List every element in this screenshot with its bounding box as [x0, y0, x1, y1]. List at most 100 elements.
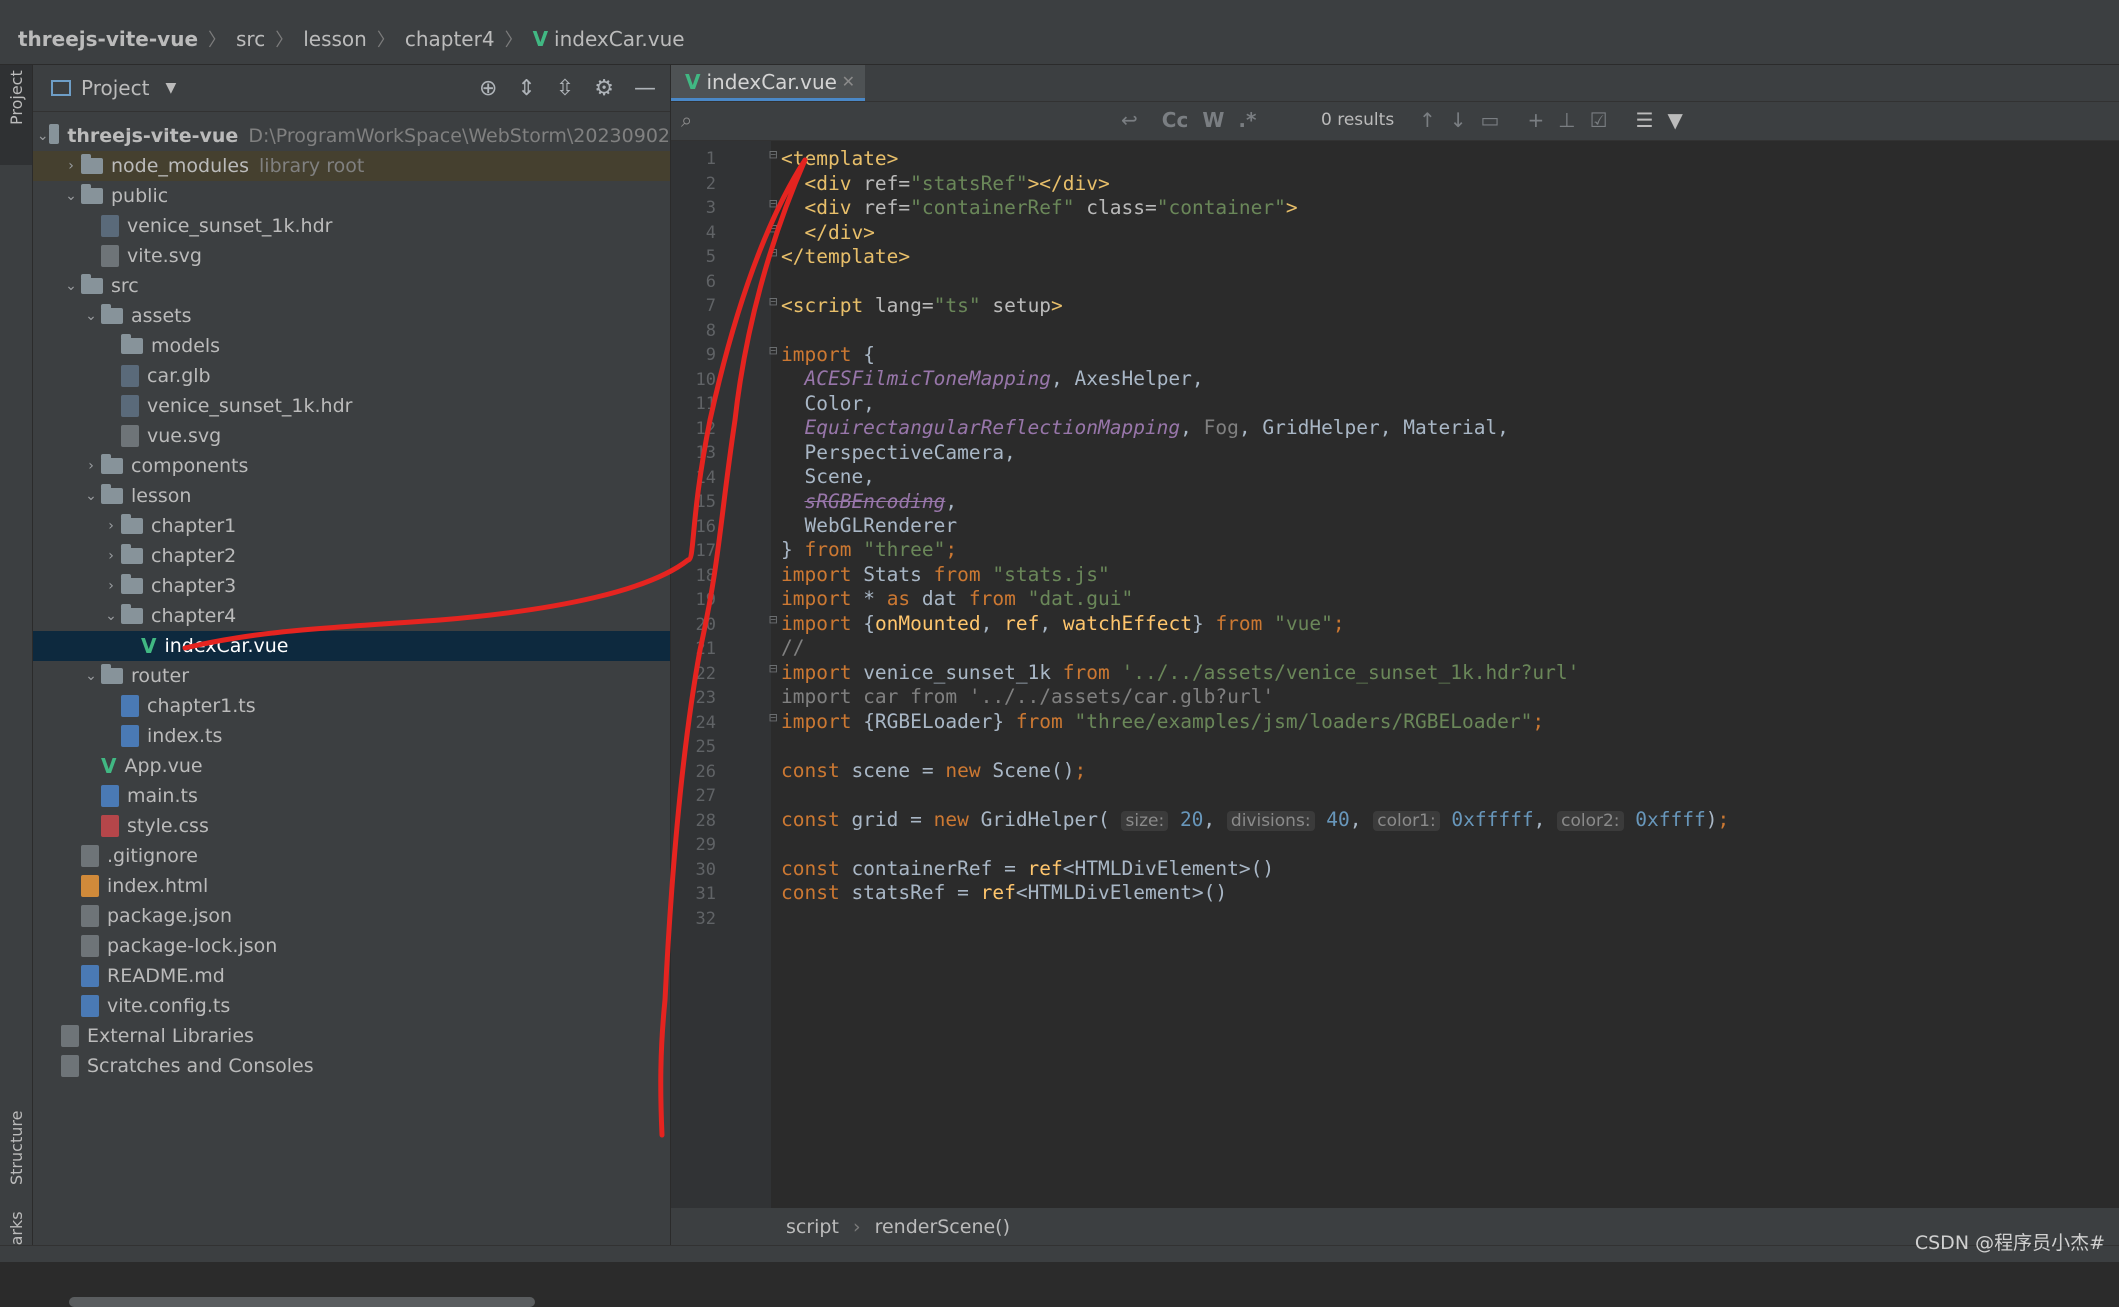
gear-icon[interactable]: ⚙	[594, 76, 614, 101]
regex-toggle[interactable]: .*	[1238, 108, 1256, 132]
library-icon	[61, 1025, 79, 1047]
file-file-icon	[81, 845, 99, 867]
tree-row[interactable]: chapter1.ts	[33, 691, 670, 721]
tree-row[interactable]: ⌄ threejs-vite-vue D:\ProgramWorkSpace\Web…	[33, 121, 670, 151]
add-occurrence-icon[interactable]: +	[1527, 108, 1544, 132]
arrow-up-icon[interactable]: ↑	[1419, 108, 1436, 132]
tree-row[interactable]: package-lock.json	[33, 931, 670, 961]
tree-row[interactable]: vue.svg	[33, 421, 670, 451]
find-bar: ⌕ ↩ Cc W .* 0 results ↑ ↓ ▭ + ⊥ ☑ ☰ ▼	[671, 102, 2119, 141]
tree-row[interactable]: index.html	[33, 871, 670, 901]
line-number: 6	[705, 271, 716, 292]
code-line-20: ⊟ import {onMounted, ref, watchEffect} fr…	[769, 612, 1345, 635]
chevron-down-icon[interactable]: ⌄	[37, 128, 49, 144]
collapse-all-icon[interactable]: ⇳	[556, 76, 574, 101]
hide-icon[interactable]: —	[634, 76, 656, 101]
code-line-2: <div ref="statsRef"></div>	[804, 172, 1110, 195]
select-occurrences-icon[interactable]: ☑	[1590, 108, 1608, 132]
tree-row[interactable]: VindexCar.vue	[33, 631, 670, 661]
chevron-right-icon[interactable]: ›	[101, 518, 121, 534]
tree-row[interactable]: ⌄ lesson	[33, 481, 670, 511]
tree-row-label: vite.svg	[127, 245, 202, 267]
file-file-icon	[81, 905, 99, 927]
tree-row[interactable]: › chapter2	[33, 541, 670, 571]
line-number: 15	[695, 492, 716, 512]
status-crumb-function[interactable]: renderScene()	[875, 1216, 1010, 1238]
tree-row[interactable]: main.ts	[33, 781, 670, 811]
crumb-src[interactable]: src	[226, 27, 275, 51]
hdr-file-icon	[101, 215, 119, 237]
line-number: 12	[695, 418, 716, 439]
editor-tab-indexcar[interactable]: V indexCar.vue ✕	[671, 65, 865, 101]
close-icon[interactable]: ✕	[842, 72, 855, 91]
tab-project[interactable]: Project	[0, 65, 32, 165]
code-editor[interactable]: ⊟ <template> <div ref="statsRef"></div> ⊟…	[769, 141, 2119, 1208]
search-icon[interactable]: ⌕	[681, 108, 692, 132]
project-panel-title: Project	[81, 76, 150, 100]
tree-row[interactable]: .gitignore	[33, 841, 670, 871]
tree-row-label: chapter2	[151, 545, 237, 567]
chevron-right-icon[interactable]: ›	[61, 158, 81, 174]
md-file-icon	[81, 965, 99, 987]
match-case-toggle[interactable]: Cc	[1162, 108, 1189, 132]
chevron-right-icon[interactable]: ›	[81, 458, 101, 474]
whole-words-toggle[interactable]: W	[1202, 108, 1224, 132]
tree-row[interactable]: vite.svg	[33, 241, 670, 271]
crumb-lesson[interactable]: lesson	[293, 27, 377, 51]
tree-row-label: venice_sunset_1k.hdr	[147, 395, 353, 417]
expand-all-icon[interactable]: ⇕	[517, 76, 535, 101]
status-crumb-script[interactable]: script	[786, 1216, 839, 1238]
line-number: 17	[695, 541, 716, 561]
filter-icon[interactable]: ▼	[1668, 108, 1683, 132]
chevron-right-icon: ›	[852, 1215, 861, 1238]
chevron-right-icon[interactable]: ›	[101, 578, 121, 594]
tree-row[interactable]: vite.config.ts	[33, 991, 670, 1021]
project-view-selector[interactable]: Project ▼	[51, 76, 176, 100]
tree-row-label: components	[131, 455, 249, 477]
chevron-down-icon[interactable]: ⌄	[81, 308, 101, 324]
tree-row-extra: library root	[259, 155, 365, 177]
tree-row[interactable]: ⌄ src	[33, 271, 670, 301]
chevron-down-icon[interactable]: ⌄	[61, 278, 81, 294]
tree-row[interactable]: style.css	[33, 811, 670, 841]
tree-row[interactable]: index.ts	[33, 721, 670, 751]
tree-row[interactable]: › node_modules library root	[33, 151, 670, 181]
tree-row[interactable]: ⌄ public	[33, 181, 670, 211]
crumb-project[interactable]: threejs-vite-vue	[8, 27, 208, 51]
tree-row[interactable]: ⌄ assets	[33, 301, 670, 331]
chevron-down-icon[interactable]: ⌄	[61, 188, 81, 204]
code-line-7: ⊟ <script lang="ts" setup>	[769, 294, 1063, 317]
tree-row[interactable]: External Libraries	[33, 1021, 670, 1051]
line-number: 7	[705, 296, 716, 316]
chevron-down-icon[interactable]: ⌄	[101, 608, 121, 624]
tree-row[interactable]: › chapter1	[33, 511, 670, 541]
chevron-down-icon[interactable]: ⌄	[81, 668, 101, 684]
tree-row[interactable]: V App.vue	[33, 751, 670, 781]
tree-row-label: node_modules	[111, 155, 250, 177]
tree-row[interactable]: ⌄ router	[33, 661, 670, 691]
tree-row[interactable]: ⌄ chapter4	[33, 601, 670, 631]
remove-occurrence-icon[interactable]: ⊥	[1558, 108, 1575, 132]
crumb-file[interactable]: VindexCar.vue	[523, 27, 695, 51]
tree-row[interactable]: car.glb	[33, 361, 670, 391]
crumb-chapter4[interactable]: chapter4	[395, 27, 505, 51]
tab-structure[interactable]: Structure	[0, 1085, 32, 1205]
locate-icon[interactable]: ⊕	[479, 76, 497, 101]
tree-row[interactable]: package.json	[33, 901, 670, 931]
tree-row[interactable]: › chapter3	[33, 571, 670, 601]
tree-row[interactable]: › components	[33, 451, 670, 481]
chevron-right-icon[interactable]: ›	[101, 548, 121, 564]
tree-row[interactable]: models	[33, 331, 670, 361]
tree-row[interactable]: venice_sunset_1k.hdr	[33, 391, 670, 421]
replace-icon[interactable]: ↩	[1121, 108, 1138, 132]
filter-menu-icon[interactable]: ☰	[1636, 108, 1654, 132]
horizontal-scrollbar[interactable]	[69, 1297, 535, 1307]
tree-row[interactable]: venice_sunset_1k.hdr	[33, 211, 670, 241]
tree-row-label: main.ts	[127, 785, 198, 807]
select-all-icon[interactable]: ▭	[1481, 108, 1500, 132]
ts-file-icon	[101, 785, 119, 807]
arrow-down-icon[interactable]: ↓	[1450, 108, 1467, 132]
tree-row[interactable]: README.md	[33, 961, 670, 991]
chevron-down-icon[interactable]: ⌄	[81, 488, 101, 504]
tree-row[interactable]: Scratches and Consoles	[33, 1051, 670, 1081]
